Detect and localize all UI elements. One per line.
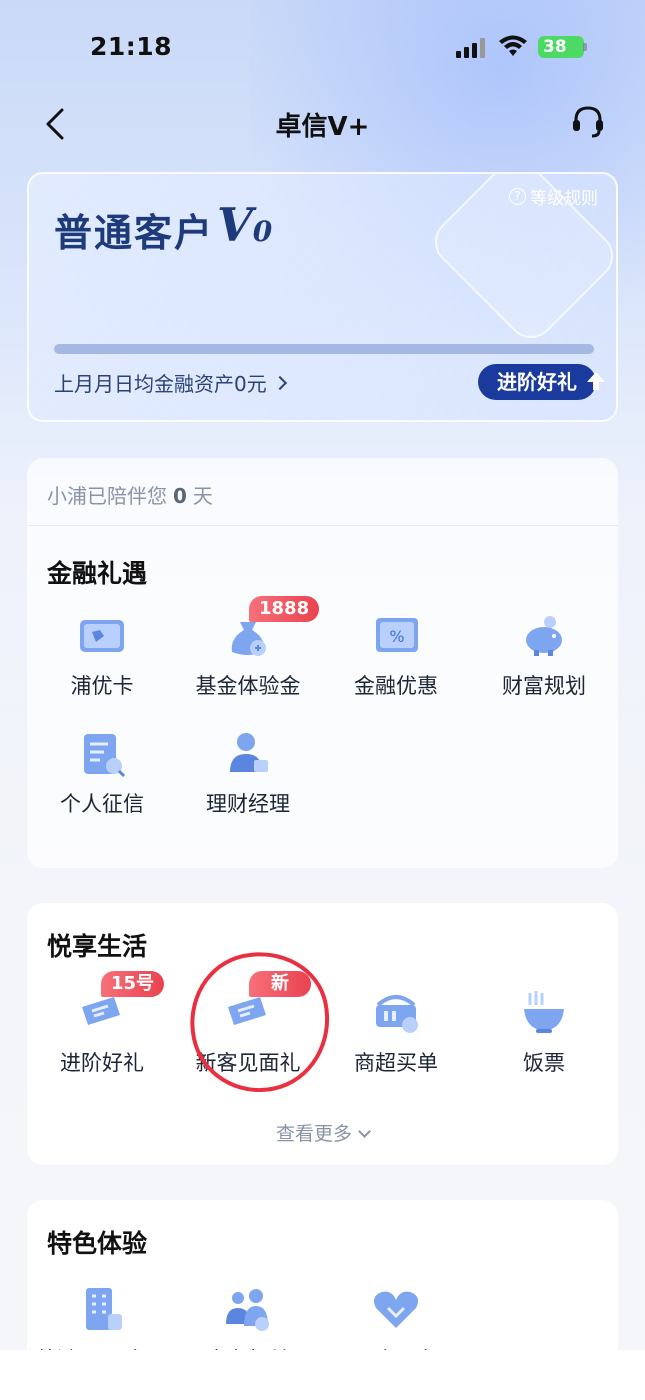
credit-report-icon [84,734,126,778]
customer-service-headset-icon[interactable] [568,102,608,142]
card-icon [80,620,124,652]
grid-item-label: 商超买单 [354,1051,438,1075]
chevron-right-icon [272,375,287,390]
level-badge-number: 0 [252,215,273,248]
bottom-edge [0,1350,645,1400]
grid-item-meal-ticket[interactable]: 饭票 [469,985,619,1077]
grid-item-finance-discount[interactable]: % 金融优惠 [321,608,471,700]
wifi-icon [499,35,527,56]
grid-item-credit-report[interactable]: 个人征信 [27,726,177,818]
question-icon: ? [509,188,526,205]
heart-shield-icon [374,1291,418,1328]
svg-text:%: % [389,627,404,646]
grid-item-supermarket-pay[interactable]: 商超买单 [321,985,471,1077]
divider [27,525,618,526]
grid-item-financial-manager[interactable]: 理财经理 [173,726,323,818]
battery-level: 38 [543,37,567,57]
coupon-percent-icon: % [376,618,418,652]
life-section-title: 悦享生活 [47,932,148,961]
feature-section-title: 特色体验 [47,1229,148,1258]
upgrade-gift-button[interactable]: 进阶好礼 [478,364,596,400]
battery-cap [583,43,587,51]
shopping-basket-icon [376,995,418,1033]
grid-item-pu-card[interactable]: 浦优卡 [27,608,177,700]
view-more-label: 查看更多 [275,1123,352,1145]
grid-item-label: 金融优惠 [354,674,438,698]
cellular-signal-icon [456,38,488,58]
badge-15: 15号 [101,971,165,997]
chevron-down-icon [358,1125,371,1138]
companion-days-count: 0 [173,484,187,508]
grid-item-label: 基金体验金 [195,674,301,698]
grid-item-upgrade-gift[interactable]: 15号 进阶好礼 [27,971,177,1077]
companion-days: 小浦已陪伴您 0 天 [47,480,213,509]
grid-item-label: 财富规划 [502,674,586,698]
status-bar: 21:18 38 [0,0,645,96]
grid-item-label: 饭票 [523,1051,565,1075]
family-icon [226,1289,269,1331]
building-icon [86,1288,122,1330]
level-badge: V0 [217,198,272,252]
grid-item-label: 浦优卡 [70,674,134,698]
rice-bowl-icon [524,991,564,1033]
companion-prefix: 小浦已陪伴您 [47,484,167,508]
status-time: 21:18 [90,32,173,61]
badge-1888: 1888 [249,596,320,622]
level-rules-link[interactable]: ? 等级规则 [509,184,598,209]
finance-benefits-card: 小浦已陪伴您 0 天 金融礼遇 浦优卡 1888 基金体验金 % 金融优惠 财富… [27,458,618,868]
finance-section-title: 金融礼遇 [47,559,148,588]
level-progress-bar [54,344,594,354]
page-title: 卓信V+ [275,112,370,142]
asset-info-link[interactable]: 上月月日均金融资产0元 [54,368,287,397]
grid-item-wealth-planning[interactable]: 财富规划 [469,608,619,700]
level-badge-letter: V [217,198,253,252]
manager-icon [230,733,268,772]
piggy-bank-icon [526,616,562,656]
grid-item-label: 个人征信 [60,792,144,816]
companion-suffix: 天 [192,484,213,508]
arrow-up-icon [587,372,605,390]
asset-info-text: 上月月日均金融资产0元 [54,372,267,396]
level-rules-label: 等级规则 [530,189,598,209]
battery-icon: 38 [538,36,584,58]
grid-item-fund-trial[interactable]: 1888 基金体验金 [173,596,323,700]
grid-item-label: 理财经理 [206,792,290,816]
view-more-link[interactable]: 查看更多 [27,1119,618,1146]
membership-level-card: ? 等级规则 普通客户 V0 上月月日均金融资产0元 进阶好礼 [27,172,618,422]
grid-item-label: 进阶好礼 [60,1051,144,1075]
nav-bar: 卓信V+ [0,96,645,152]
level-name: 普通客户 [54,211,215,255]
